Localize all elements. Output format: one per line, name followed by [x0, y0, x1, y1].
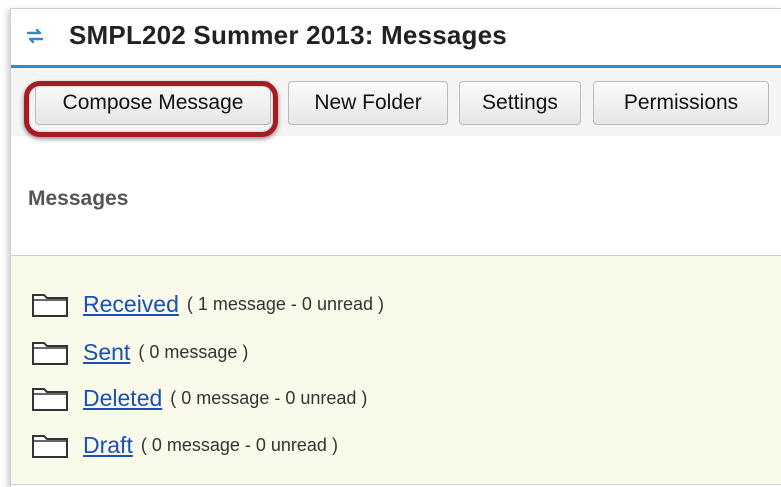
permissions-button[interactable]: Permissions	[593, 81, 769, 125]
folder-list: Received ( 1 message - 0 unread ) Sent (…	[10, 255, 781, 485]
folder-row-received: Received ( 1 message - 0 unread )	[31, 287, 384, 321]
folder-count-sent: ( 0 message )	[138, 341, 249, 362]
folder-count-deleted: ( 0 message - 0 unread )	[170, 387, 368, 408]
settings-button[interactable]: Settings	[459, 81, 581, 125]
folder-link-received[interactable]: Received	[79, 291, 179, 318]
folder-link-sent[interactable]: Sent	[79, 339, 130, 366]
toolbar: Compose Message New Folder Settings Perm…	[11, 68, 781, 136]
folder-row-sent: Sent ( 0 message )	[31, 335, 248, 369]
folder-icon	[32, 294, 68, 317]
folder-icon	[32, 435, 68, 458]
new-folder-button[interactable]: New Folder	[288, 81, 448, 125]
folder-count-received: ( 1 message - 0 unread )	[186, 293, 384, 314]
folder-link-deleted[interactable]: Deleted	[79, 385, 162, 412]
compose-message-button[interactable]: Compose Message	[35, 81, 271, 125]
folder-icon	[32, 388, 68, 411]
folder-row-draft: Draft ( 0 message - 0 unread )	[31, 428, 338, 462]
folder-link-draft[interactable]: Draft	[79, 432, 133, 459]
folder-count-draft: ( 0 message - 0 unread )	[140, 434, 338, 455]
refresh-arrows-icon[interactable]	[25, 26, 45, 46]
title-bar: SMPL202 Summer 2013: Messages	[11, 9, 781, 68]
folder-row-deleted: Deleted ( 0 message - 0 unread )	[31, 381, 367, 415]
folder-icon	[32, 342, 68, 365]
page-title: SMPL202 Summer 2013: Messages	[69, 20, 507, 50]
section-heading: Messages	[28, 187, 129, 210]
